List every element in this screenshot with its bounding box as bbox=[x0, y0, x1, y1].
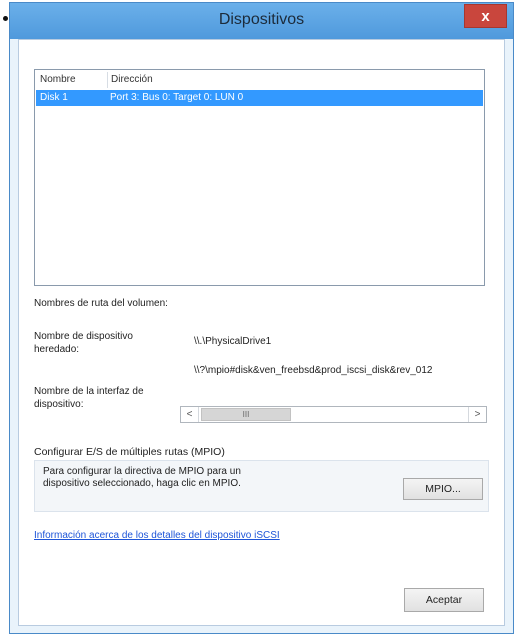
interface-name-scrollbar[interactable]: < III > bbox=[180, 406, 487, 423]
close-icon: x bbox=[481, 7, 490, 25]
list-item[interactable]: Disk 1 Port 3: Bus 0: Target 0: LUN 0 bbox=[36, 90, 483, 106]
device-name: Disk 1 bbox=[40, 92, 68, 103]
column-header-nombre[interactable]: Nombre bbox=[40, 74, 76, 85]
mpio-button[interactable]: MPIO... bbox=[403, 478, 483, 500]
bullet-marker bbox=[3, 16, 8, 21]
grip-icon: III bbox=[242, 410, 250, 419]
scroll-left-button[interactable]: < bbox=[181, 407, 199, 422]
device-address: Port 3: Bus 0: Target 0: LUN 0 bbox=[110, 92, 244, 103]
scrollbar-thumb[interactable]: III bbox=[201, 408, 291, 421]
legacy-device-name-value: \\.\PhysicalDrive1 bbox=[194, 336, 272, 347]
dispositivos-dialog: Dispositivos x Nombre Dirección Disk 1 P… bbox=[9, 2, 514, 634]
close-button[interactable]: x bbox=[464, 4, 507, 28]
devices-listview[interactable]: Nombre Dirección Disk 1 Port 3: Bus 0: T… bbox=[34, 69, 485, 286]
title-bar[interactable]: Dispositivos x bbox=[10, 3, 513, 39]
column-header-direccion[interactable]: Dirección bbox=[107, 72, 153, 88]
list-header: Nombre Dirección bbox=[35, 70, 484, 90]
interface-name-value: \\?\mpio#disk&ven_freebsd&prod_iscsi_dis… bbox=[194, 365, 433, 376]
ok-button[interactable]: Aceptar bbox=[404, 588, 484, 612]
iscsi-details-link[interactable]: Información acerca de los detalles del d… bbox=[34, 530, 280, 541]
dialog-content: Nombre Dirección Disk 1 Port 3: Bus 0: T… bbox=[18, 39, 505, 626]
interface-name-label: Nombre de la interfaz de dispositivo: bbox=[34, 386, 144, 410]
scroll-right-button[interactable]: > bbox=[468, 407, 486, 422]
legacy-device-name-label: Nombre de dispositivo heredado: bbox=[34, 331, 133, 355]
mpio-description: Para configurar la directiva de MPIO par… bbox=[43, 466, 241, 489]
chevron-left-icon: < bbox=[186, 409, 193, 420]
mpio-heading: Configurar E/S de múltiples rutas (MPIO) bbox=[34, 446, 225, 458]
chevron-right-icon: > bbox=[474, 409, 481, 420]
volume-paths-label: Nombres de ruta del volumen: bbox=[34, 298, 168, 309]
mpio-group: Para configurar la directiva de MPIO par… bbox=[34, 460, 489, 512]
dialog-title: Dispositivos bbox=[218, 11, 305, 28]
